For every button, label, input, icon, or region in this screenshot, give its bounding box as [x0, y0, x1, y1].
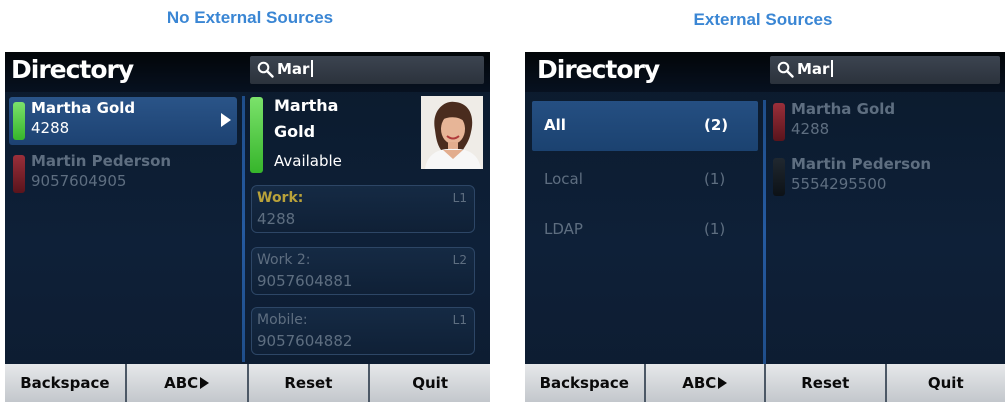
offline-status-indicator — [773, 158, 785, 196]
source-count: (1) — [704, 170, 726, 188]
source-count: (2) — [704, 116, 729, 134]
contact-name: Martin Pederson — [791, 155, 932, 173]
number-label: Work: — [257, 190, 304, 206]
contact-number: 5554295500 — [791, 175, 887, 193]
search-icon — [777, 61, 794, 78]
softkey-label: ABC — [164, 374, 199, 392]
number-card-mobile[interactable]: Mobile: L1 9057604882 — [251, 307, 475, 355]
line-indicator: L1 — [452, 313, 467, 327]
reset-softkey[interactable]: Reset — [249, 364, 371, 402]
abc-softkey[interactable]: ABC — [646, 364, 766, 402]
source-label: Local — [544, 170, 583, 188]
contact-number: 9057604905 — [31, 172, 127, 190]
softkey-label: Backspace — [539, 374, 629, 392]
search-input[interactable]: Mar — [770, 56, 1000, 84]
phone-screen-external-sources: Directory Mar All (2) Local (1) LDAP (1)… — [525, 52, 1005, 402]
softkey-label: Reset — [284, 374, 333, 392]
line-indicator: L1 — [452, 191, 467, 205]
softkey-label: Quit — [927, 374, 964, 392]
contact-name: Martha Gold — [791, 100, 896, 118]
line-indicator: L2 — [452, 253, 467, 267]
contact-name: Martin Pederson — [31, 152, 172, 170]
play-icon — [200, 377, 210, 389]
softkey-label: Quit — [412, 374, 448, 392]
text-caret — [311, 60, 314, 77]
number-label: Mobile: — [257, 312, 308, 328]
arrow-right-icon — [221, 113, 231, 127]
contact-item-selected[interactable]: Martha Gold 4288 — [9, 97, 237, 145]
softkey-bar: Backspace ABC Reset Quit — [5, 364, 490, 402]
contact-photo — [421, 96, 483, 169]
contact-item[interactable]: Martin Pederson 5554295500 — [769, 153, 997, 201]
search-icon — [257, 61, 274, 78]
presence-status: Available — [274, 152, 342, 170]
contact-number: 4288 — [31, 119, 70, 137]
search-query: Mar — [277, 60, 310, 78]
contact-item[interactable]: Martha Gold 4288 — [769, 98, 997, 146]
page-title: Directory — [11, 55, 134, 84]
caption-no-external-sources: No External Sources — [166, 8, 334, 27]
number-card-work[interactable]: Work: L1 4288 — [251, 185, 475, 233]
number-card-work-2[interactable]: Work 2: L2 9057604881 — [251, 247, 475, 295]
contact-name: Martha Gold — [31, 99, 136, 117]
play-icon — [718, 377, 728, 389]
pane-divider — [763, 100, 766, 364]
number-value: 4288 — [257, 210, 296, 228]
number-label: Work 2: — [257, 252, 311, 268]
backspace-softkey[interactable]: Backspace — [5, 364, 127, 402]
busy-status-indicator — [773, 103, 785, 141]
number-value: 9057604882 — [257, 332, 353, 350]
detail-last-name: Gold — [274, 122, 316, 141]
source-count: (1) — [704, 220, 726, 238]
available-status-indicator — [250, 97, 263, 173]
quit-softkey[interactable]: Quit — [887, 364, 1006, 402]
softkey-bar: Backspace ABC Reset Quit — [525, 364, 1005, 402]
title-bar: Directory Mar — [5, 52, 490, 92]
search-input[interactable]: Mar — [250, 56, 484, 84]
search-query: Mar — [797, 60, 830, 78]
source-item-all[interactable]: All (2) — [532, 101, 758, 151]
available-status-indicator — [13, 102, 25, 140]
softkey-label: Reset — [801, 374, 850, 392]
detail-first-name: Martha — [274, 96, 339, 115]
title-bar: Directory Mar — [525, 52, 1005, 92]
quit-softkey[interactable]: Quit — [370, 364, 490, 402]
phone-screen-no-external-sources: Directory Mar Martha Gold 4288 Martin Pe… — [5, 52, 490, 402]
softkey-label: Backspace — [20, 374, 110, 392]
contact-number: 4288 — [791, 120, 830, 138]
source-item-local[interactable]: Local (1) — [532, 155, 758, 205]
reset-softkey[interactable]: Reset — [766, 364, 887, 402]
page-title: Directory — [537, 55, 660, 84]
pane-divider — [242, 96, 245, 362]
source-label: LDAP — [544, 220, 583, 238]
backspace-softkey[interactable]: Backspace — [525, 364, 646, 402]
busy-status-indicator — [13, 155, 25, 193]
source-label: All — [544, 116, 566, 134]
text-caret — [831, 60, 834, 77]
abc-softkey[interactable]: ABC — [127, 364, 249, 402]
caption-external-sources: External Sources — [693, 10, 833, 29]
softkey-label: ABC — [682, 374, 717, 392]
source-item-ldap[interactable]: LDAP (1) — [532, 205, 758, 255]
contact-item[interactable]: Martin Pederson 9057604905 — [9, 150, 237, 198]
number-value: 9057604881 — [257, 272, 353, 290]
